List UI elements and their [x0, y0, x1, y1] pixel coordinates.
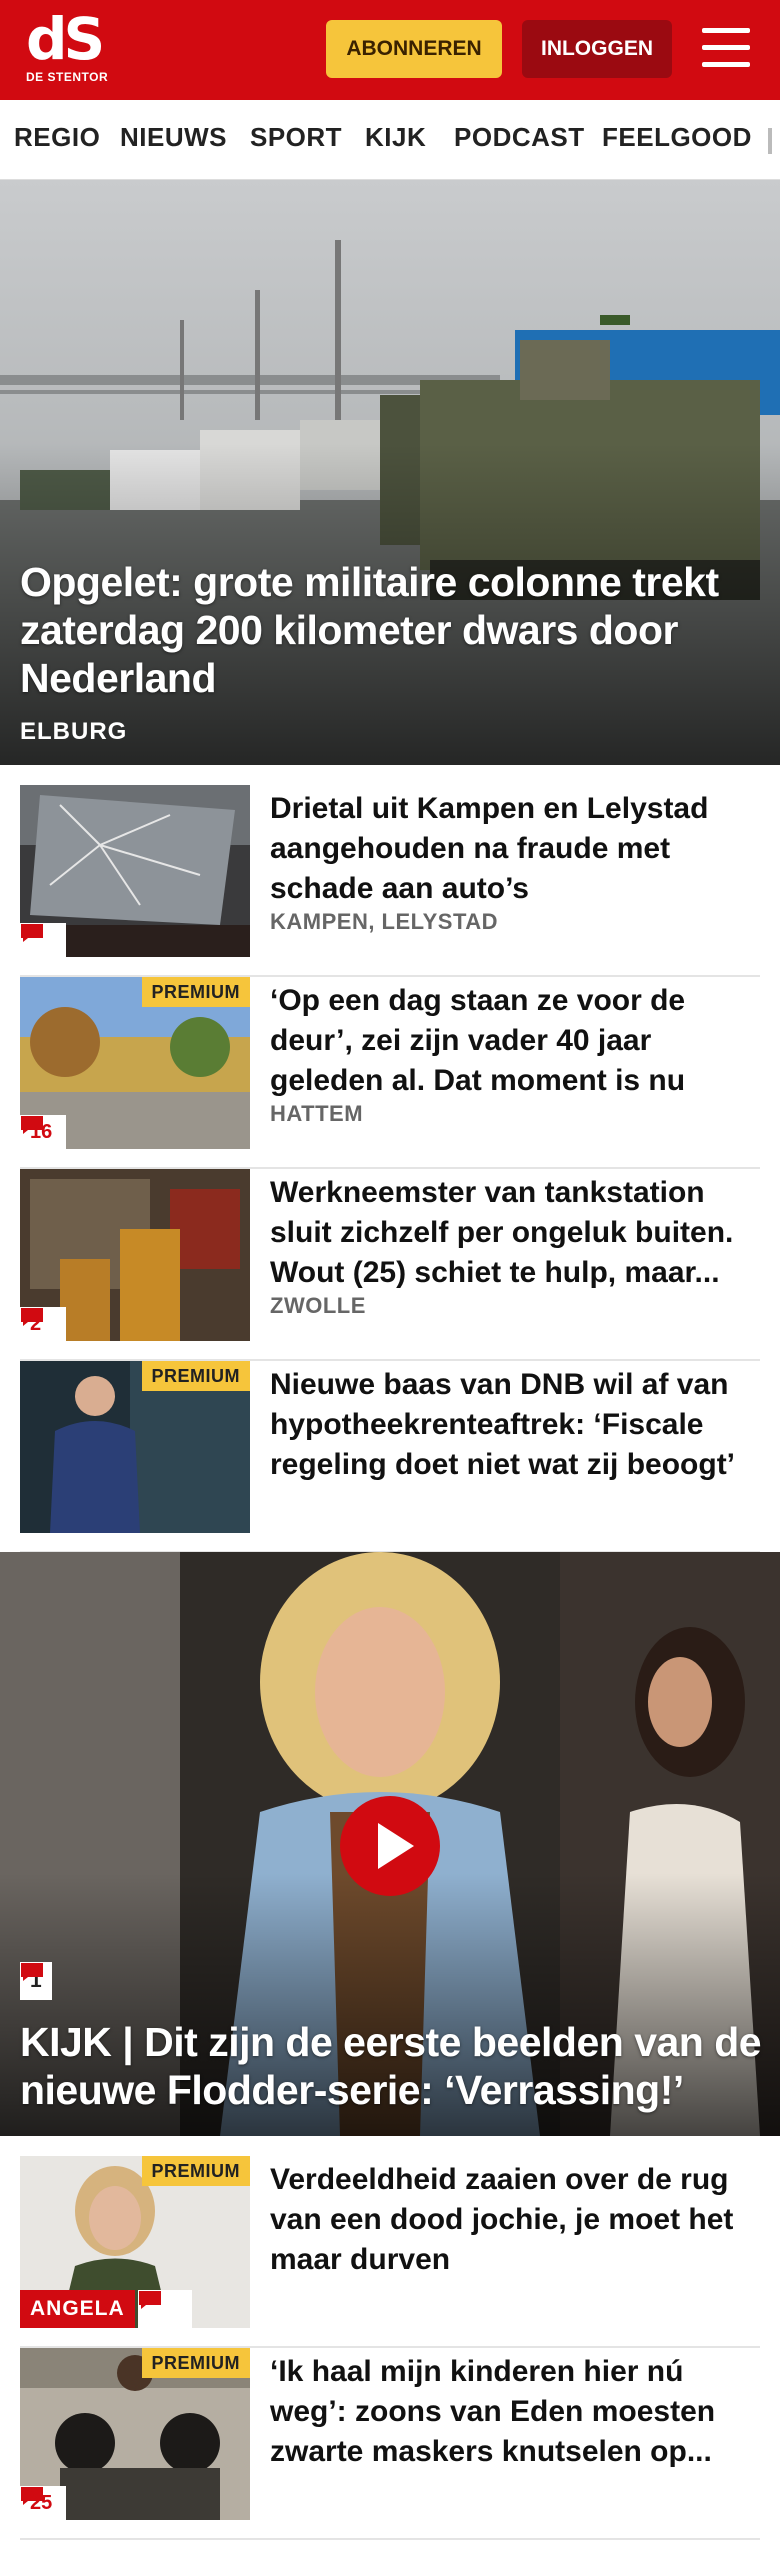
hamburger-menu-icon[interactable] [702, 28, 750, 70]
comment-icon [21, 924, 43, 942]
comment-badge[interactable]: 16 [20, 1115, 66, 1149]
article-location: KAMPEN, LELYSTAD [270, 909, 499, 934]
article-location: HATTEM [270, 1101, 364, 1126]
premium-badge: PREMIUM [141, 2156, 250, 2186]
article-item[interactable]: PREMIUM 25 ‘Ik haal mijn kinderen hier n… [20, 2348, 760, 2540]
nav-item-nieuws[interactable]: NIEUWS [120, 122, 227, 153]
comment-badge[interactable]: 2 [20, 1307, 66, 1341]
subscribe-button[interactable]: ABONNEREN [326, 20, 502, 78]
author-badge: ANGELA [20, 2290, 135, 2328]
comment-icon [139, 2291, 161, 2309]
play-button-icon[interactable] [340, 1796, 440, 1896]
comment-badge[interactable] [138, 2290, 192, 2328]
nav-item-sport[interactable]: SPORT [250, 122, 342, 153]
hero-headline[interactable]: Opgelet: grote militaire colonne trekt z… [20, 558, 765, 702]
top-header: dS DE STENTOR ABONNEREN INLOGGEN [0, 0, 780, 100]
article-thumbnail: PREMIUM 16 [20, 977, 250, 1149]
article-title[interactable]: Verdeeldheid zaaien over de rug van een … [270, 2160, 755, 2280]
article-thumbnail: PREMIUM ANGELA [20, 2156, 250, 2328]
article-item[interactable]: Drietal uit Kampen en Lelystad aangehoud… [20, 785, 760, 977]
comment-icon [21, 1116, 43, 1134]
nav-item-feelgood[interactable]: FEELGOOD [602, 122, 752, 153]
premium-badge: PREMIUM [141, 977, 250, 1007]
article-title[interactable]: ‘Op een dag staan ze voor de deur’, zei … [270, 981, 755, 1101]
hero-location: ELBURG [20, 718, 128, 745]
comment-badge[interactable]: 25 [20, 2486, 66, 2520]
article-title[interactable]: Nieuwe baas van DNB wil af van hypotheek… [270, 1365, 755, 1485]
article-thumbnail [20, 785, 250, 957]
comment-icon [21, 2487, 43, 2505]
article-item[interactable]: PREMIUM 16 ‘Op een dag staan ze voor de … [20, 977, 760, 1169]
article-title[interactable]: Drietal uit Kampen en Lelystad aangehoud… [270, 789, 755, 909]
article-item[interactable]: PREMIUM ANGELA Verdeeldheid zaaien over … [20, 2156, 760, 2348]
nav-scroll-hint [768, 128, 772, 154]
logo-subtitle: DE STENTOR [26, 70, 109, 84]
article-thumbnail: 2 [20, 1169, 250, 1341]
login-button[interactable]: INLOGGEN [522, 20, 672, 78]
nav-item-podcast[interactable]: PODCAST [454, 122, 585, 153]
article-item[interactable]: 2 Werkneemster van tankstation sluit zic… [20, 1169, 760, 1361]
hero-article[interactable]: Opgelet: grote militaire colonne trekt z… [0, 180, 780, 765]
nav-item-kijk[interactable]: KIJK [365, 122, 426, 153]
video-article[interactable]: 1 KIJK | Dit zijn de eerste beelden van … [0, 1552, 780, 2136]
comment-icon [21, 1308, 43, 1326]
premium-badge: PREMIUM [141, 2348, 250, 2378]
article-title[interactable]: Werkneemster van tankstation sluit zichz… [270, 1173, 755, 1293]
comment-badge[interactable] [20, 923, 66, 957]
site-logo[interactable]: dS DE STENTOR [26, 10, 116, 90]
article-thumbnail: PREMIUM [20, 1361, 250, 1533]
logo-mark: dS [26, 5, 105, 73]
article-item[interactable]: PREMIUM Nieuwe baas van DNB wil af van h… [20, 1361, 760, 1553]
comment-icon [21, 1963, 43, 1981]
article-location: ZWOLLE [270, 1293, 366, 1318]
nav-item-regio[interactable]: REGIO [14, 122, 100, 153]
article-thumbnail: PREMIUM 25 [20, 2348, 250, 2520]
video-headline[interactable]: KIJK | Dit zijn de eerste beelden van de… [20, 2018, 770, 2114]
section-nav: REGIO NIEUWS SPORT KIJK PODCAST FEELGOOD [0, 100, 780, 180]
article-title[interactable]: ‘Ik haal mijn kinderen hier nú weg’: zoo… [270, 2352, 755, 2472]
premium-badge: PREMIUM [141, 1361, 250, 1391]
comment-badge[interactable]: 1 [20, 1962, 52, 2000]
